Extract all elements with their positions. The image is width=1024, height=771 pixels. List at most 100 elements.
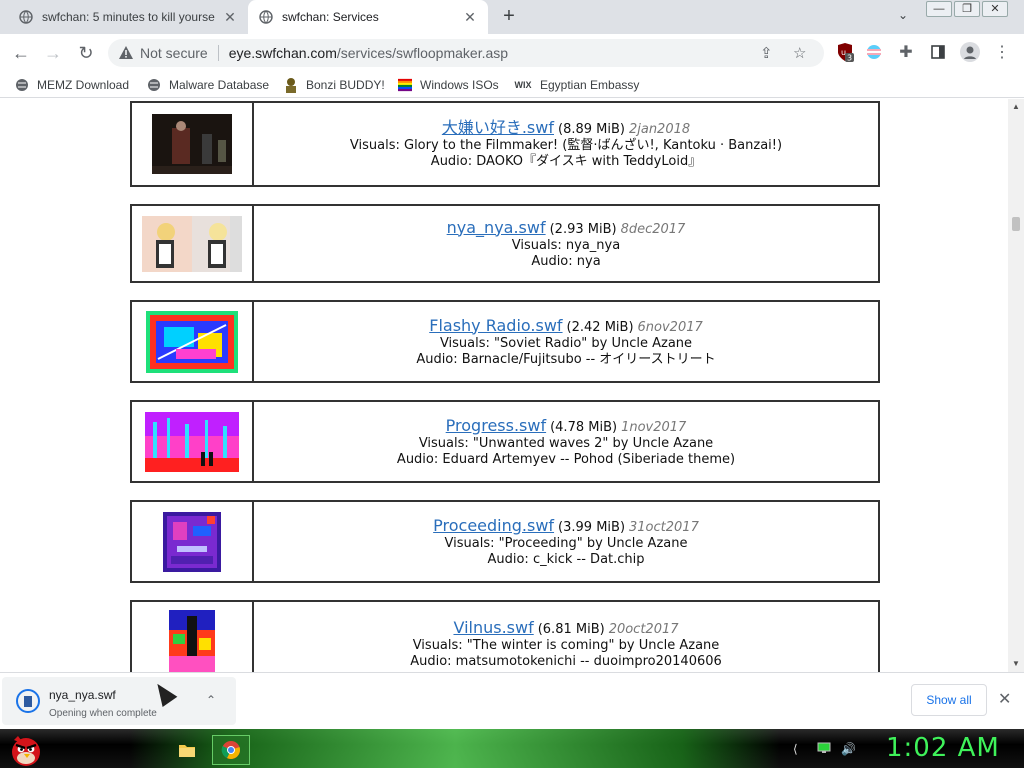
security-label[interactable]: Not secure [140, 45, 219, 61]
file-size: (3.99 MiB) [558, 519, 626, 535]
swf-file-link[interactable]: Progress.swf [446, 416, 546, 436]
soviet-radio-thumbnail[interactable] [146, 310, 238, 373]
close-tab-icon[interactable]: ✕ [462, 9, 478, 26]
file-size: (4.78 MiB) [550, 419, 618, 435]
swf-file-link[interactable]: Proceeding.swf [433, 516, 554, 536]
entry-date: 31oct2017 [629, 519, 699, 535]
proceeding-thumbnail[interactable] [163, 511, 221, 572]
entry-audio: Audio: c_kick -- Dat.chip [487, 551, 645, 567]
unwanted-waves-thumbnail[interactable] [145, 411, 239, 472]
warning-icon [118, 45, 134, 61]
winter-is-coming-thumbnail[interactable] [169, 610, 215, 672]
close-tab-icon[interactable]: ✕ [222, 9, 238, 26]
entry-thumbnail-cell [132, 103, 254, 185]
swf-file-link[interactable]: 大嫌い好き.swf [442, 118, 554, 138]
entry-thumbnail-cell [132, 602, 254, 672]
menu-kebab-icon[interactable]: ⋮ [992, 42, 1012, 62]
bookmark-star-icon[interactable]: ☆ [793, 44, 806, 62]
swf-file-link[interactable]: nya_nya.swf [447, 218, 546, 238]
tab-swfchan-services[interactable]: swfchan: Services ✕ [248, 0, 488, 34]
file-size: (8.89 MiB) [558, 122, 625, 137]
minimize-button[interactable]: — [926, 1, 952, 17]
page-scrollbar[interactable]: ▲ ▼ [1008, 99, 1024, 672]
entry-header: Flashy Radio.swf (2.42 MiB) 6nov2017 [429, 316, 703, 336]
entry-header: Proceeding.swf (3.99 MiB) 31oct2017 [433, 516, 699, 536]
bookmark-windows-isos[interactable]: Windows ISOs [398, 76, 499, 94]
globe-icon [15, 78, 29, 92]
bookmark-bonzi-buddy[interactable]: Bonzi BUDDY! [284, 76, 385, 94]
entry-thumbnail-cell [132, 206, 254, 281]
bookmark-label: Malware Database [169, 78, 270, 92]
extensions-puzzle-icon[interactable]: ✚ [896, 42, 916, 62]
swf-entry: 大嫌い好き.swf (8.89 MiB) 2jan2018 Visuals: G… [130, 101, 880, 187]
entry-audio: Audio: Barnacle/Fujitsubo -- オイリーストリート [416, 351, 716, 367]
bonzi-icon [284, 78, 298, 93]
bookmark-egyptian-embassy[interactable]: WIX Egyptian Embassy [514, 76, 640, 94]
network-icon[interactable] [817, 742, 831, 757]
scroll-up-icon[interactable]: ▲ [1012, 102, 1020, 111]
entry-visuals: Visuals: "Proceeding" by Uncle Azane [444, 535, 688, 551]
tray-chevron-icon[interactable]: ⟨ [793, 742, 798, 756]
url-path: /services/swfloopmaker.asp [336, 45, 509, 61]
entry-audio: Audio: nya [531, 253, 601, 269]
entry-header: Vilnus.swf (6.81 MiB) 20oct2017 [453, 618, 678, 638]
download-item[interactable]: nya_nya.swf Opening when complete ⌃ [2, 677, 236, 725]
start-button[interactable] [6, 730, 46, 768]
back-arrow-icon[interactable]: ← [10, 42, 32, 64]
tab-swfchan-5-minutes[interactable]: swfchan: 5 minutes to kill yourse ✕ [8, 0, 248, 34]
taskbar [0, 729, 1024, 768]
entry-info: Progress.swf (4.78 MiB) 1nov2017 Visuals… [254, 402, 878, 481]
swf-file-link[interactable]: Flashy Radio.swf [429, 316, 562, 336]
entry-visuals: Visuals: "Unwanted waves 2" by Uncle Aza… [418, 435, 714, 451]
restore-button[interactable]: ❐ [954, 1, 980, 17]
chevron-up-icon[interactable]: ⌃ [206, 693, 216, 707]
file-explorer-icon[interactable] [172, 735, 202, 765]
tab-search-chevron-icon[interactable]: ⌄ [898, 8, 908, 22]
chrome-taskbar-icon[interactable] [212, 735, 250, 765]
taskbar-clock[interactable]: 1:02 AM [886, 733, 1000, 763]
swf-file-link[interactable]: Vilnus.swf [453, 618, 533, 638]
download-filename: nya_nya.swf [49, 688, 116, 702]
address-bar[interactable]: Not secure eye.swfchan.com/services/swfl… [108, 39, 824, 67]
download-shelf: nya_nya.swf Opening when complete ⌃ Show… [0, 672, 1024, 729]
entry-date: 6nov2017 [637, 319, 703, 335]
close-icon[interactable]: ✕ [998, 689, 1011, 709]
bookmark-memz-download[interactable]: MEMZ Download [15, 76, 129, 94]
forward-arrow-icon[interactable]: → [42, 42, 64, 64]
swf-entry: nya_nya.swf (2.93 MiB) 8dec2017 Visuals:… [130, 204, 880, 283]
entry-visuals: Visuals: "Soviet Radio" by Uncle Azane [439, 335, 693, 351]
entry-info: Flashy Radio.swf (2.42 MiB) 6nov2017 Vis… [254, 302, 878, 381]
profile-avatar-icon[interactable] [960, 42, 980, 62]
side-panel-icon[interactable] [928, 42, 948, 62]
anime-girls-thumbnail[interactable] [142, 215, 242, 272]
wix-icon: WIX [514, 80, 532, 90]
show-all-button[interactable]: Show all [911, 684, 987, 716]
entry-info: 大嫌い好き.swf (8.89 MiB) 2jan2018 Visuals: G… [254, 103, 878, 185]
new-tab-button[interactable]: + [498, 6, 520, 28]
file-size: (2.42 MiB) [566, 319, 634, 335]
bookmark-malware-database[interactable]: Malware Database [147, 76, 269, 94]
scrollbar-thumb[interactable] [1012, 217, 1020, 231]
bookmark-label: Bonzi BUDDY! [306, 78, 385, 92]
scroll-down-icon[interactable]: ▼ [1012, 659, 1020, 668]
swf-entry: Flashy Radio.swf (2.42 MiB) 6nov2017 Vis… [130, 300, 880, 383]
entry-header: nya_nya.swf (2.93 MiB) 8dec2017 [447, 218, 686, 238]
bookmark-label: Windows ISOs [420, 78, 499, 92]
swf-entry: Proceeding.swf (3.99 MiB) 31oct2017 Visu… [130, 500, 880, 583]
entry-visuals: Visuals: Glory to the Filmmaker! (監督·ばんざ… [349, 138, 783, 153]
film-still-thumbnail[interactable] [152, 114, 232, 174]
angry-bird-icon [12, 736, 40, 766]
ublock-extension-icon[interactable]: u3 [835, 42, 855, 62]
swf-entry: Progress.swf (4.78 MiB) 1nov2017 Visuals… [130, 400, 880, 483]
globe-icon [147, 78, 161, 92]
volume-icon[interactable]: 🔊 [841, 742, 856, 756]
bookmarks-bar: MEMZ Download Malware Database Bonzi BUD… [0, 72, 1024, 98]
share-icon[interactable]: ⇪ [760, 44, 773, 62]
entry-date: 2jan2018 [628, 122, 691, 137]
tab-title: swfchan: 5 minutes to kill yourse [42, 10, 215, 24]
trans-flag-extension-icon[interactable] [864, 42, 884, 62]
file-icon [16, 689, 40, 713]
entry-date: 20oct2017 [608, 622, 679, 637]
reload-icon[interactable]: ↻ [75, 42, 97, 64]
close-window-button[interactable]: ✕ [982, 1, 1008, 17]
